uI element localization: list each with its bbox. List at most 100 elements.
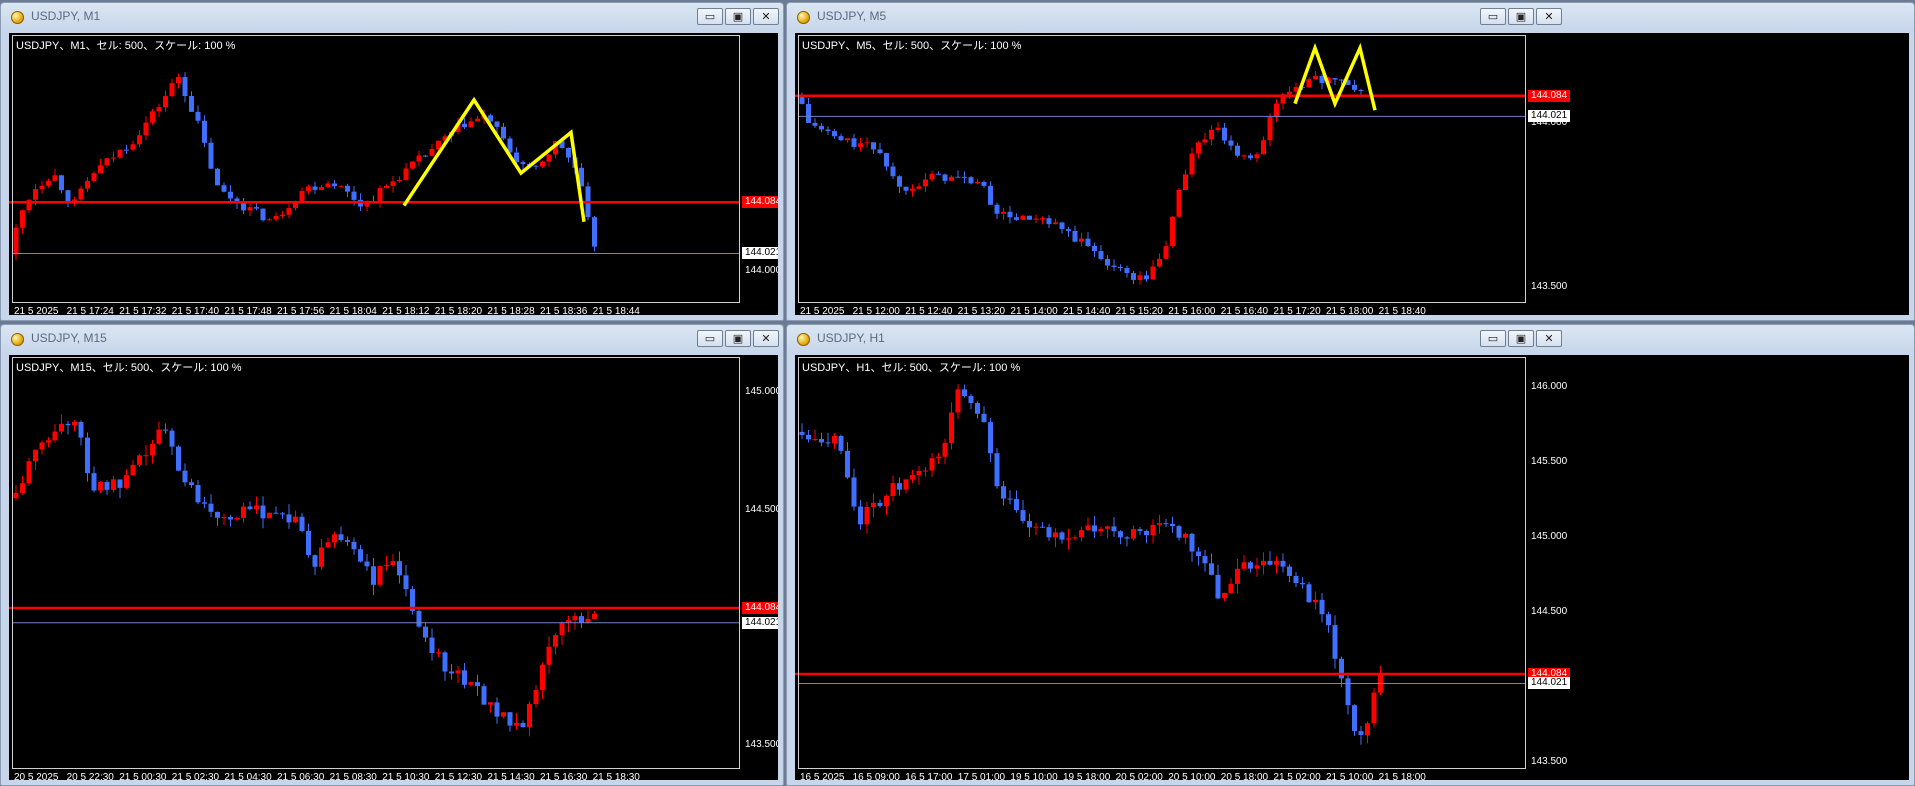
x-axis-label: 21 5 00:30 — [119, 772, 167, 780]
x-axis-label: 20 5 18:00 — [1220, 772, 1269, 780]
x-axis-label: 21 5 18:00 — [1326, 306, 1374, 315]
x-axis-label: 21 5 14:40 — [1063, 306, 1111, 315]
x-axis-label: 21 5 18:28 — [487, 306, 535, 315]
chart-window-m1[interactable]: USDJPY, M1 ▭ ▣ ✕ USDJPY、M1、セル: 500、スケール:… — [0, 2, 784, 321]
x-axis-label: 21 5 12:00 — [852, 306, 900, 315]
plot-frame — [12, 357, 740, 769]
x-axis-label: 21 5 18:04 — [329, 306, 377, 315]
x-axis-label: 21 5 17:40 — [171, 306, 220, 315]
chart-window-h1[interactable]: USDJPY, H1 ▭ ▣ ✕ USDJPY、H1、セル: 500、スケール:… — [786, 324, 1915, 786]
window-title: USDJPY, M5 — [817, 9, 887, 23]
y-axis-label: 144.500 — [745, 504, 778, 516]
price-label-bid: 144.021 — [742, 616, 778, 629]
y-axis-label: 143.500 — [745, 739, 778, 751]
x-axis-label: 21 5 06:30 — [277, 772, 325, 780]
y-axis-label: 143.500 — [1531, 280, 1568, 292]
window-titlebar[interactable]: USDJPY, M15 ▭ ▣ ✕ — [1, 325, 783, 353]
close-button[interactable]: ✕ — [753, 8, 779, 25]
x-axis-label: 19 5 10:00 — [1010, 772, 1058, 780]
x-axis-label: 21 5 15:20 — [1115, 306, 1163, 315]
y-axis-label: 145.000 — [745, 386, 778, 398]
window-titlebar[interactable]: USDJPY, M5 ▭ ▣ ✕ — [787, 3, 1914, 31]
price-label-level: 144.084 — [742, 196, 778, 209]
chart-area[interactable]: USDJPY、M15、セル: 500、スケール: 100 % 145.000 14… — [9, 355, 778, 780]
x-axis-label: 16 5 09:00 — [852, 772, 900, 780]
x-axis-label: 21 5 2025 — [14, 306, 59, 315]
x-axis-label: 21 5 18:40 — [1378, 306, 1426, 315]
chart-area[interactable]: USDJPY、M1、セル: 500、スケール: 100 % 144.000 144… — [9, 33, 778, 315]
plot-frame — [12, 35, 740, 303]
x-axis-label: 21 5 12:40 — [905, 306, 953, 315]
x-axis-label: 21 5 17:32 — [119, 306, 167, 315]
y-axis-label: 143.500 — [1531, 755, 1568, 767]
x-axis-label: 21 5 18:20 — [434, 306, 483, 315]
x-axis-label: 21 5 18:36 — [540, 306, 588, 315]
maximize-button[interactable]: ▣ — [725, 8, 751, 25]
minimize-button[interactable]: ▭ — [1480, 8, 1506, 25]
x-axis-label: 21 5 2025 — [800, 306, 845, 315]
x-axis-label: 21 5 10:30 — [382, 772, 430, 780]
x-axis-label: 21 5 18:44 — [592, 306, 640, 315]
x-axis-label: 21 5 02:00 — [1273, 772, 1321, 780]
x-axis-label: 19 5 18:00 — [1063, 772, 1111, 780]
x-axis-label: 21 5 16:30 — [540, 772, 588, 780]
app-icon — [797, 11, 810, 24]
x-axis-label: 20 5 10:00 — [1168, 772, 1216, 780]
x-axis-label: 21 5 12:30 — [434, 772, 483, 780]
app-icon — [797, 333, 810, 346]
x-axis-label: 21 5 18:30 — [592, 772, 640, 780]
window-title: USDJPY, M1 — [31, 9, 101, 23]
close-button[interactable]: ✕ — [753, 330, 779, 347]
x-axis-label: 21 5 10:00 — [1326, 772, 1374, 780]
x-axis-label: 21 5 16:40 — [1220, 306, 1269, 315]
maximize-button[interactable]: ▣ — [725, 330, 751, 347]
close-button[interactable]: ✕ — [1536, 330, 1562, 347]
chart-area[interactable]: USDJPY、H1、セル: 500、スケール: 100 % 146.000 145… — [795, 355, 1909, 780]
price-label-level: 144.084 — [1528, 89, 1571, 102]
x-axis-label: 20 5 22:30 — [66, 772, 114, 780]
x-axis-label: 21 5 13:20 — [957, 306, 1006, 315]
x-axis-label: 21 5 08:30 — [329, 772, 377, 780]
x-axis-label: 20 5 02:00 — [1115, 772, 1163, 780]
chart-window-m15[interactable]: USDJPY, M15 ▭ ▣ ✕ USDJPY、M15、セル: 500、スケー… — [0, 324, 784, 786]
minimize-button[interactable]: ▭ — [697, 330, 723, 347]
y-axis-label: 144.000 — [745, 264, 778, 276]
x-axis-label: 21 5 18:00 — [1378, 772, 1426, 780]
chart-window-m5[interactable]: USDJPY, M5 ▭ ▣ ✕ USDJPY、M5、セル: 500、スケール:… — [786, 2, 1915, 321]
maximize-button[interactable]: ▣ — [1508, 330, 1534, 347]
window-titlebar[interactable]: USDJPY, H1 ▭ ▣ ✕ — [787, 325, 1914, 353]
y-axis-label: 144.500 — [1531, 605, 1568, 617]
plot-frame — [798, 35, 1526, 303]
price-label-bid: 144.021 — [1528, 677, 1571, 690]
x-axis-label: 21 5 02:30 — [171, 772, 220, 780]
price-label-level: 144.084 — [742, 601, 778, 614]
price-label-bid: 144.021 — [1528, 110, 1571, 123]
maximize-button[interactable]: ▣ — [1508, 8, 1534, 25]
x-axis-label: 16 5 2025 — [800, 772, 845, 780]
y-axis-label: 145.000 — [1531, 530, 1568, 542]
minimize-button[interactable]: ▭ — [697, 8, 723, 25]
window-title: USDJPY, H1 — [817, 331, 885, 345]
x-axis-label: 21 5 04:30 — [224, 772, 272, 780]
app-icon — [11, 333, 24, 346]
x-axis-label: 21 5 17:24 — [66, 306, 114, 315]
minimize-button[interactable]: ▭ — [1480, 330, 1506, 347]
x-axis-label: 21 5 18:12 — [382, 306, 430, 315]
x-axis-label: 17 5 01:00 — [957, 772, 1006, 780]
plot-frame — [798, 357, 1526, 769]
app-icon — [11, 11, 24, 24]
window-titlebar[interactable]: USDJPY, M1 ▭ ▣ ✕ — [1, 3, 783, 31]
chart-area[interactable]: USDJPY、M5、セル: 500、スケール: 100 % 144.000 143… — [795, 33, 1909, 315]
x-axis-label: 21 5 16:00 — [1168, 306, 1216, 315]
x-axis-label: 21 5 17:48 — [224, 306, 272, 315]
x-axis-label: 21 5 14:30 — [487, 772, 535, 780]
x-axis-label: 20 5 2025 — [14, 772, 59, 780]
x-axis-label: 21 5 17:20 — [1273, 306, 1321, 315]
x-axis-label: 16 5 17:00 — [905, 772, 953, 780]
y-axis-label: 146.000 — [1531, 380, 1568, 392]
x-axis-label: 21 5 14:00 — [1010, 306, 1058, 315]
window-title: USDJPY, M15 — [31, 331, 107, 345]
price-label-bid: 144.021 — [742, 247, 778, 260]
close-button[interactable]: ✕ — [1536, 8, 1562, 25]
x-axis-label: 21 5 17:56 — [277, 306, 325, 315]
